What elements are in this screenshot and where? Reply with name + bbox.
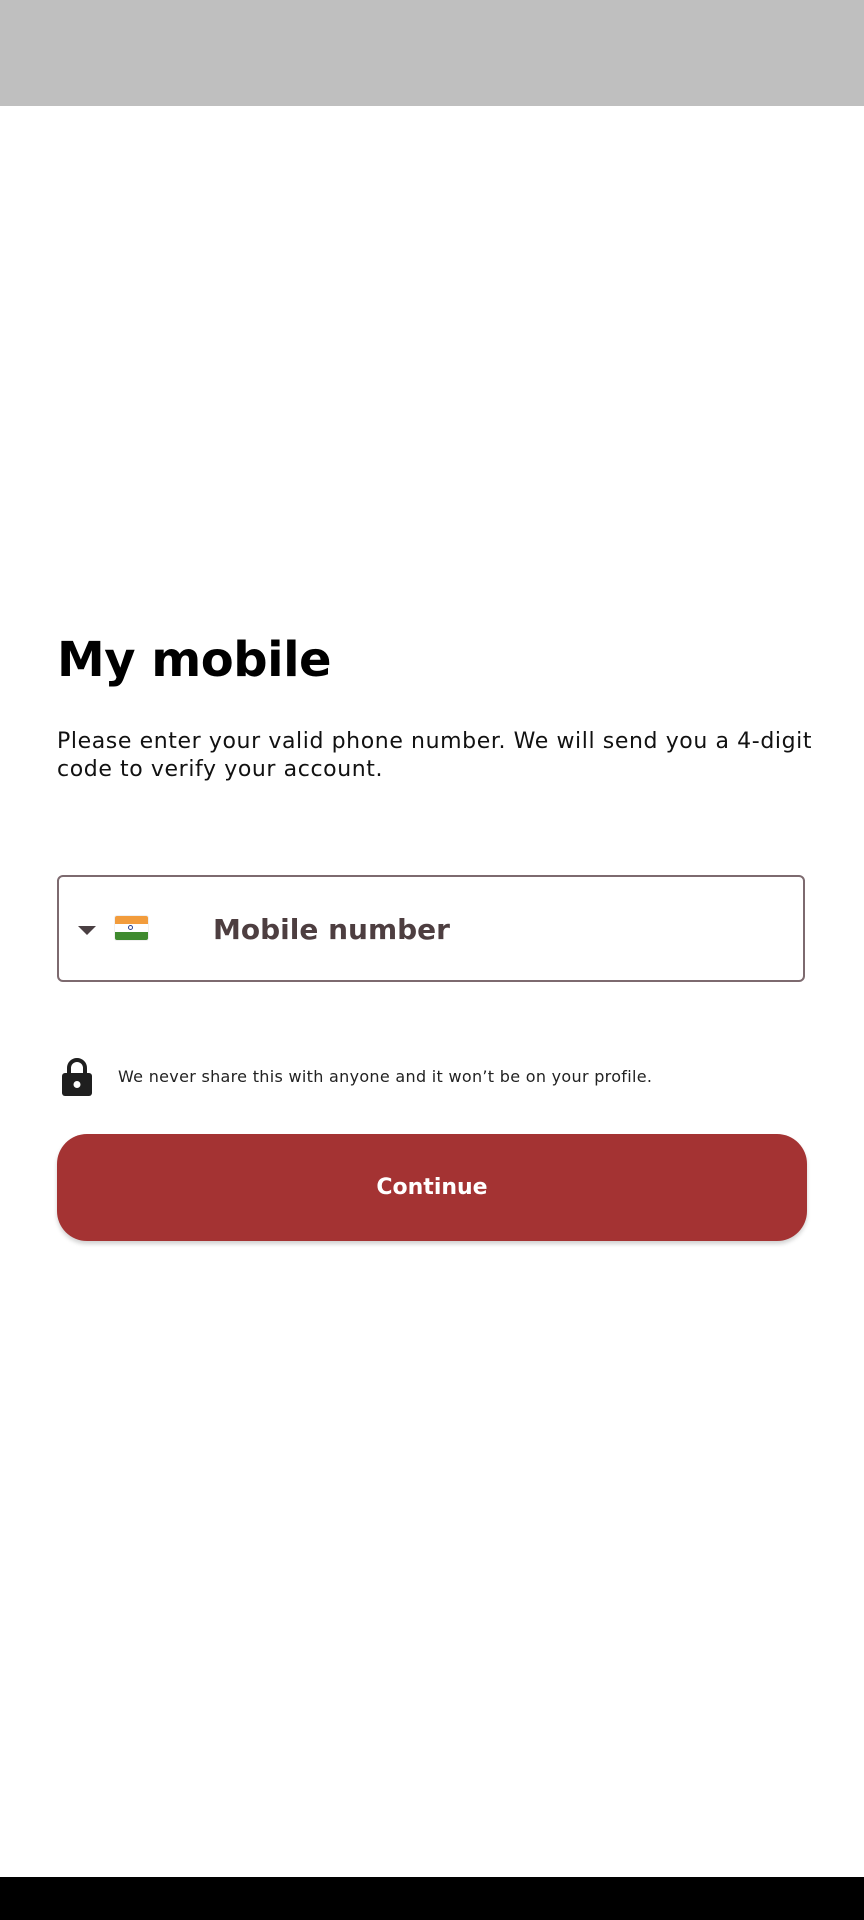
privacy-text: We never share this with anyone and it w… <box>118 1067 653 1086</box>
caret-down-icon[interactable] <box>78 926 96 935</box>
india-flag-icon[interactable] <box>115 916 148 940</box>
lock-icon <box>62 1058 92 1096</box>
flag-chakra <box>128 925 133 930</box>
mobile-number-screen: My mobile Please enter your valid phone … <box>0 0 864 1920</box>
navigation-bar <box>0 1877 864 1920</box>
mobile-number-input[interactable] <box>213 901 773 957</box>
continue-button[interactable]: Continue <box>57 1134 807 1241</box>
flag-saffron-band <box>115 916 148 924</box>
status-bar <box>0 0 864 106</box>
flag-white-band <box>115 924 148 932</box>
page-title: My mobile <box>57 632 332 688</box>
privacy-notice: We never share this with anyone and it w… <box>60 1055 820 1097</box>
phone-number-field[interactable] <box>57 875 805 982</box>
flag-green-band <box>115 932 148 940</box>
page-subtitle: Please enter your valid phone number. We… <box>57 729 813 782</box>
